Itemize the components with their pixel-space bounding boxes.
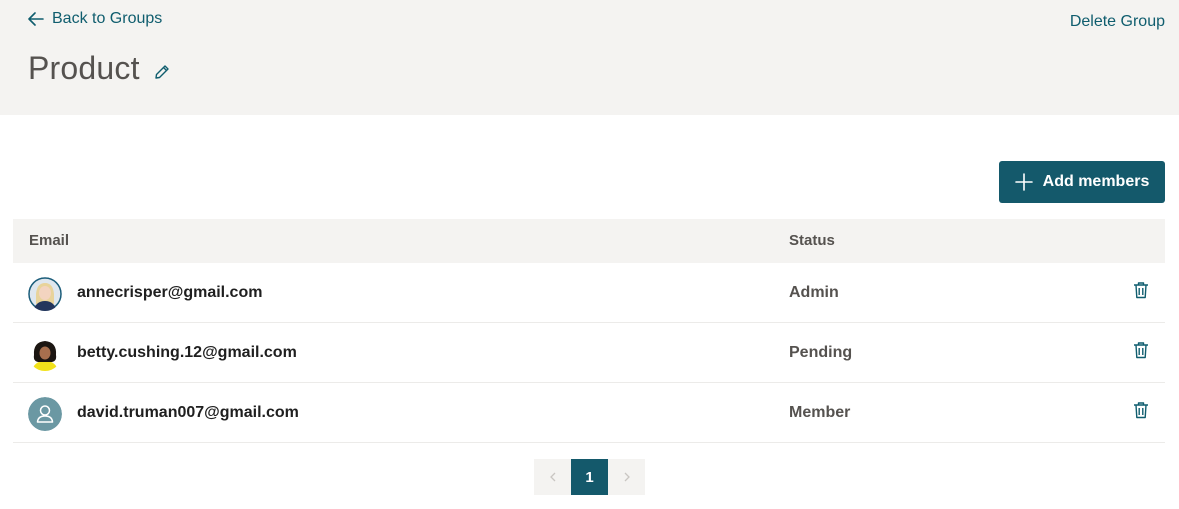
plus-icon: [1014, 173, 1033, 191]
pencil-edit-icon[interactable]: [154, 64, 170, 80]
page-header: Back to Groups Delete Group Product: [0, 0, 1179, 115]
table-row: annecrisper@gmail.com Admin: [13, 263, 1165, 323]
table-row: david.truman007@gmail.com Member: [13, 383, 1165, 443]
table-header: Email Status: [13, 219, 1165, 263]
title-row: Product: [28, 50, 170, 87]
page-title: Product: [28, 50, 140, 86]
pagination: 1: [534, 459, 645, 495]
default-person-icon: [28, 397, 62, 431]
add-members-label: Add members: [1042, 173, 1150, 190]
member-email: david.truman007@gmail.com: [77, 404, 299, 421]
chevron-left-icon: [549, 472, 555, 482]
page-button-current[interactable]: 1: [571, 459, 608, 495]
member-status: Member: [789, 404, 851, 421]
avatar: [28, 337, 62, 371]
column-header-email: Email: [29, 232, 70, 249]
delete-group-link[interactable]: Delete Group: [1070, 13, 1165, 31]
arrow-left-icon: [28, 12, 44, 26]
add-members-button[interactable]: Add members: [999, 161, 1165, 203]
members-table: Email Status annecrisper@gmail.com Admin: [13, 219, 1165, 443]
previous-page-button[interactable]: [534, 459, 571, 495]
column-header-status: Status: [789, 232, 835, 249]
table-row: betty.cushing.12@gmail.com Pending: [13, 323, 1165, 383]
member-status: Admin: [789, 284, 839, 301]
chevron-right-icon: [624, 472, 630, 482]
back-link-label: Back to Groups: [52, 10, 163, 27]
trash-icon[interactable]: [1133, 341, 1149, 359]
member-email: betty.cushing.12@gmail.com: [77, 344, 297, 361]
trash-icon[interactable]: [1133, 401, 1149, 419]
back-to-groups-link[interactable]: Back to Groups: [28, 9, 162, 29]
member-status: Pending: [789, 344, 853, 361]
member-email: annecrisper@gmail.com: [77, 284, 263, 301]
trash-icon[interactable]: [1133, 281, 1149, 299]
next-page-button[interactable]: [608, 459, 645, 495]
avatar: [28, 277, 62, 311]
